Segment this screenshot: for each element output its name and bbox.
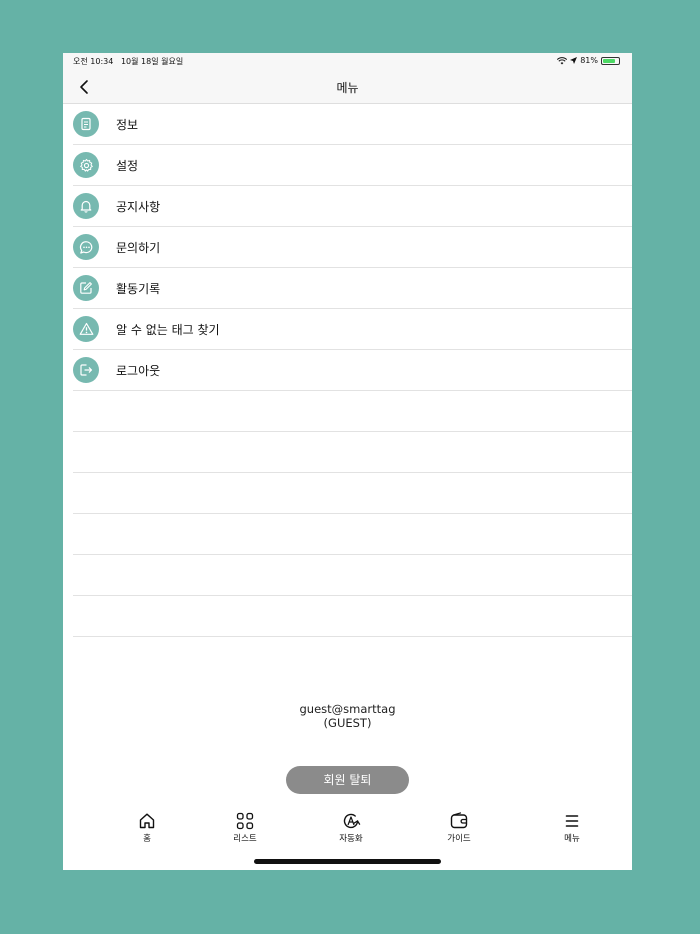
status-right: 81% bbox=[557, 56, 620, 65]
location-arrow-icon bbox=[570, 57, 578, 64]
menu-item-label: 알 수 없는 태그 찾기 bbox=[116, 323, 220, 337]
menu-item-label: 문의하기 bbox=[116, 241, 161, 255]
menu-item-notices[interactable]: 공지사항 bbox=[73, 186, 632, 227]
hamburger-menu-icon bbox=[565, 815, 579, 827]
tab-label: 메뉴 bbox=[564, 834, 580, 844]
status-date: 10월 18일 월요일 bbox=[120, 57, 184, 66]
tab-label: 리스트 bbox=[233, 834, 257, 844]
edit-icon bbox=[73, 275, 99, 301]
status-bar: 오전 10:34 10월 18일 월요일 81% bbox=[63, 53, 632, 70]
menu-item-label: 설정 bbox=[116, 159, 139, 173]
menu-item-logout[interactable]: 로그아웃 bbox=[73, 350, 632, 391]
tab-label: 자동화 bbox=[339, 834, 363, 844]
account-info: guest@smarttag (GUEST) bbox=[63, 702, 632, 730]
battery-percent: 81% bbox=[580, 56, 598, 65]
tab-guide[interactable]: 가이드 bbox=[429, 809, 489, 844]
menu-item-label: 정보 bbox=[116, 118, 139, 132]
withdraw-membership-button[interactable]: 회원 탈퇴 bbox=[286, 766, 409, 794]
tab-menu[interactable]: 메뉴 bbox=[542, 809, 602, 844]
empty-row bbox=[73, 555, 632, 596]
tab-label: 홈 bbox=[143, 834, 151, 844]
chat-bubble-icon bbox=[73, 234, 99, 260]
bell-icon bbox=[73, 193, 99, 219]
empty-row bbox=[73, 596, 632, 637]
menu-item-settings[interactable]: 설정 bbox=[73, 145, 632, 186]
empty-row bbox=[73, 391, 632, 432]
menu-item-inquiry[interactable]: 문의하기 bbox=[73, 227, 632, 268]
automation-icon bbox=[343, 813, 361, 829]
home-icon bbox=[139, 813, 155, 829]
battery-icon bbox=[601, 56, 620, 65]
account-role: (GUEST) bbox=[323, 716, 372, 730]
menu-item-label: 로그아웃 bbox=[116, 364, 161, 378]
empty-row bbox=[73, 514, 632, 555]
wallet-icon bbox=[450, 812, 468, 829]
grid-icon bbox=[236, 812, 254, 830]
tab-automation[interactable]: 자동화 bbox=[321, 809, 381, 844]
tab-home[interactable]: 홈 bbox=[117, 809, 177, 844]
tab-list[interactable]: 리스트 bbox=[215, 809, 275, 844]
wifi-icon bbox=[557, 56, 568, 64]
account-email: guest@smarttag bbox=[299, 702, 396, 716]
document-icon bbox=[73, 111, 99, 137]
menu-list: 정보 설정 공지사항 문의하기 활동기록 알 수 없는 태그 찾기 로그아웃 bbox=[63, 104, 632, 637]
empty-row bbox=[73, 473, 632, 514]
home-indicator[interactable] bbox=[254, 859, 441, 864]
menu-item-label: 활동기록 bbox=[116, 282, 161, 296]
empty-row bbox=[73, 432, 632, 473]
page-title: 메뉴 bbox=[336, 81, 359, 95]
status-datetime: 오전 10:34 10월 18일 월요일 bbox=[73, 56, 183, 67]
warning-icon bbox=[73, 316, 99, 342]
menu-item-label: 공지사항 bbox=[116, 200, 161, 214]
status-time: 오전 10:34 bbox=[73, 57, 114, 66]
gear-icon bbox=[73, 152, 99, 178]
tab-label: 가이드 bbox=[447, 834, 471, 844]
menu-item-info[interactable]: 정보 bbox=[73, 104, 632, 145]
app-screen: 오전 10:34 10월 18일 월요일 81% 메뉴 정보 설정 공지사항 문… bbox=[63, 53, 632, 870]
tab-bar: 홈 리스트 자동화 가이드 메뉴 bbox=[63, 809, 632, 849]
menu-item-find-unknown-tag[interactable]: 알 수 없는 태그 찾기 bbox=[73, 309, 632, 350]
navigation-bar: 메뉴 bbox=[63, 70, 632, 104]
logout-icon bbox=[73, 357, 99, 383]
menu-item-activity-log[interactable]: 활동기록 bbox=[73, 268, 632, 309]
